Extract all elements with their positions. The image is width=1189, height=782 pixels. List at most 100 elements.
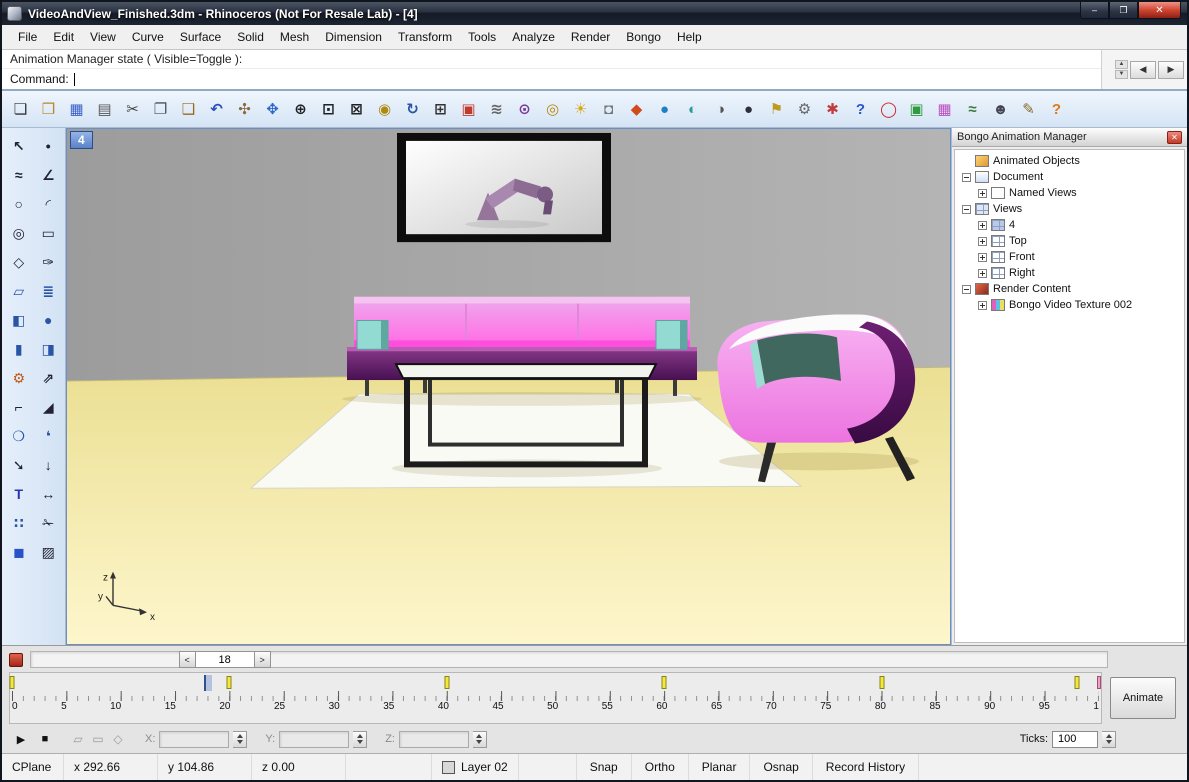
y-coord-spinner[interactable] (353, 730, 368, 748)
help-icon[interactable]: ? (847, 96, 874, 123)
panel-close-icon[interactable]: ✕ (1167, 130, 1182, 144)
y-coord-field[interactable] (279, 730, 350, 748)
menu-item[interactable]: Solid (229, 27, 272, 47)
menu-item[interactable]: Curve (124, 27, 172, 47)
next-prompt-button[interactable]: ▶ (1158, 60, 1184, 79)
zoom-dynamic-icon[interactable]: ⊕ (287, 96, 314, 123)
loft-icon[interactable]: ≣ (35, 278, 63, 304)
tree-item-render-content[interactable]: Render Content (955, 281, 1184, 297)
menu-item[interactable]: Surface (172, 27, 229, 47)
status-toggle[interactable]: Record History (813, 754, 920, 780)
solid-tools-icon[interactable]: ◨ (35, 336, 63, 362)
extrude-icon[interactable]: ⇗ (35, 365, 63, 391)
paste-icon[interactable]: ❑ (175, 96, 202, 123)
move-icon[interactable]: ✥ (259, 96, 286, 123)
layer-manager-icon[interactable]: ≋ (483, 96, 510, 123)
tree-item-front[interactable]: Front (955, 249, 1184, 265)
frame-next-button[interactable]: > (253, 651, 271, 668)
zoom-selected-icon[interactable]: ◉ (371, 96, 398, 123)
tree-item-viewport-4[interactable]: 4 (955, 217, 1184, 233)
bongo-icon[interactable]: ◯ (875, 96, 902, 123)
project-icon[interactable]: ↓ (35, 452, 63, 478)
bongo-utilities-icon[interactable]: ☻ (987, 96, 1014, 123)
x-coord-spinner[interactable] (233, 730, 248, 748)
render-icon[interactable]: ◆ (623, 96, 650, 123)
print-icon[interactable]: ▤ (91, 96, 118, 123)
hide-objects-icon[interactable]: ▣ (455, 96, 482, 123)
frame-prev-button[interactable]: < (178, 651, 196, 668)
hatch-icon[interactable]: ▨ (35, 539, 63, 565)
tree-item-top[interactable]: Top (955, 233, 1184, 249)
select-icon[interactable]: ↖ (5, 133, 33, 159)
bongo-objects-icon[interactable]: ▣ (903, 96, 930, 123)
tree-item-right[interactable]: Right (955, 265, 1184, 281)
osnap-icon[interactable]: ⊙ (511, 96, 538, 123)
ellipse-icon[interactable]: ◎ (5, 220, 33, 246)
zoom-window-icon[interactable]: ⊡ (315, 96, 342, 123)
drop-icon[interactable]: ❛ (35, 423, 63, 449)
timeline-close-icon[interactable] (9, 652, 23, 667)
material-editor-icon[interactable]: ◐ (679, 96, 706, 123)
keyframe-marker[interactable] (661, 676, 667, 689)
polyline-icon[interactable]: ∠ (35, 162, 63, 188)
keyframe-marker[interactable] (879, 676, 885, 689)
keyframe-marker[interactable] (226, 676, 232, 689)
current-frame-value[interactable]: 18 (195, 651, 254, 668)
record-keyframe-icon[interactable]: ▱ (69, 731, 87, 747)
expand-expander[interactable] (978, 268, 987, 278)
bongo-annotate-icon[interactable]: ✎ (1015, 96, 1042, 123)
stop-button[interactable]: ■ (35, 730, 55, 748)
trim-icon[interactable]: ✁ (35, 510, 63, 536)
flag-icon[interactable]: ⚑ (763, 96, 790, 123)
status-toggle[interactable]: Ortho (632, 754, 689, 780)
menu-item[interactable]: Transform (390, 27, 460, 47)
expand-expander[interactable] (978, 252, 987, 262)
keyframe-marker[interactable] (9, 676, 15, 689)
menu-item[interactable]: Edit (45, 27, 82, 47)
dimension-icon[interactable]: ↔ (35, 481, 63, 507)
status-toggle[interactable]: Snap (577, 754, 632, 780)
command-help-icon[interactable]: ✱ (819, 96, 846, 123)
prev-prompt-button[interactable]: ◀ (1130, 60, 1156, 79)
range-end-marker[interactable] (1097, 676, 1101, 689)
cylinder-icon[interactable]: ▮ (5, 336, 33, 362)
z-coord-field[interactable] (398, 730, 469, 748)
copy-icon[interactable]: ❐ (147, 96, 174, 123)
record-objects-icon[interactable]: ▭ (89, 731, 107, 747)
menu-item[interactable]: Dimension (317, 27, 390, 47)
menu-item[interactable]: Tools (460, 27, 504, 47)
cplane-button[interactable]: CPlane (2, 754, 64, 780)
text-icon[interactable]: T (5, 481, 33, 507)
status-toggle[interactable]: Osnap (750, 754, 813, 780)
array-icon[interactable]: ∷ (5, 510, 33, 536)
tree-item-bongo-video-texture[interactable]: Bongo Video Texture 002 (955, 297, 1184, 313)
menu-item[interactable]: Bongo (618, 27, 669, 47)
menu-item[interactable]: Help (669, 27, 710, 47)
current-layer-button[interactable]: Layer 02 (432, 754, 519, 780)
playhead[interactable] (203, 675, 212, 691)
bongo-curve-editor-icon[interactable]: ≈ (959, 96, 986, 123)
bend-icon[interactable]: ➘ (5, 452, 33, 478)
pan-icon[interactable]: ✣ (231, 96, 258, 123)
curve-icon[interactable]: ≈ (5, 162, 33, 188)
play-button[interactable]: ▶ (11, 730, 31, 748)
command-input[interactable]: Command: (2, 69, 1101, 89)
status-toggle[interactable]: Planar (689, 754, 751, 780)
viewport-label[interactable]: 4 (70, 131, 93, 149)
lights-icon[interactable]: ☀ (567, 96, 594, 123)
timeline-ruler[interactable]: 0 5 10 15 20 25 30 35 40 45 50 55 60 65 70 75 80 85 90 95 1 (9, 672, 1102, 724)
fillet-icon[interactable]: ⌐ (5, 394, 33, 420)
z-coord-spinner[interactable] (472, 730, 487, 748)
menu-item[interactable]: File (10, 27, 45, 47)
chamfer-icon[interactable]: ◢ (35, 394, 63, 420)
new-document-icon[interactable]: ❏ (7, 96, 34, 123)
point-icon[interactable]: • (35, 133, 63, 159)
tree-item-document[interactable]: Document (955, 169, 1184, 185)
polygon-icon[interactable]: ◇ (5, 249, 33, 275)
x-coord-field[interactable] (159, 730, 230, 748)
gear-icon[interactable]: ⚙ (5, 365, 33, 391)
cut-icon[interactable]: ✂ (119, 96, 146, 123)
block-icon[interactable]: ◼ (5, 539, 33, 565)
zoom-extents-icon[interactable]: ⊠ (343, 96, 370, 123)
record-view-icon[interactable]: ◇ (109, 731, 127, 747)
